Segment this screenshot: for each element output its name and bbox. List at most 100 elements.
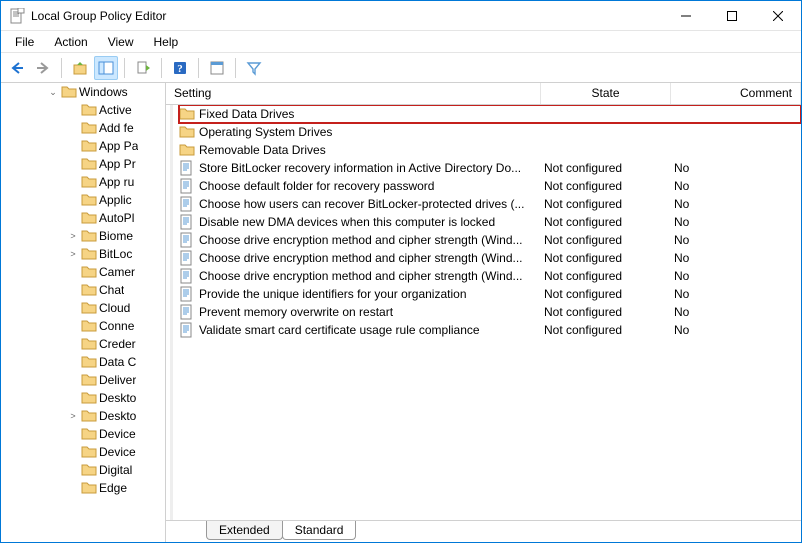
expander-spacer — [67, 104, 79, 116]
chevron-down-icon[interactable]: ⌄ — [47, 86, 59, 98]
tree-item[interactable]: Camer — [1, 263, 165, 281]
list-row[interactable]: Operating System Drives — [179, 123, 801, 141]
menu-action[interactable]: Action — [44, 33, 97, 51]
policy-icon — [179, 286, 195, 302]
list-row[interactable]: Prevent memory overwrite on restartNot c… — [179, 303, 801, 321]
list-row[interactable]: Store BitLocker recovery information in … — [179, 159, 801, 177]
svg-text:?: ? — [177, 63, 183, 75]
forward-button[interactable] — [31, 56, 55, 80]
policy-icon — [179, 304, 195, 320]
tab-standard[interactable]: Standard — [282, 521, 357, 540]
setting-label: Fixed Data Drives — [199, 107, 294, 121]
tree-item-label: Digital — [99, 463, 132, 477]
folder-icon — [81, 372, 97, 388]
properties-button[interactable] — [205, 56, 229, 80]
tree-item[interactable]: >Biome — [1, 227, 165, 245]
chevron-right-icon[interactable]: > — [67, 248, 79, 260]
folder-icon — [81, 336, 97, 352]
tree-item[interactable]: Chat — [1, 281, 165, 299]
setting-label: Choose drive encryption method and ciphe… — [199, 233, 523, 247]
comment-label: No — [674, 251, 801, 265]
list-body[interactable]: Fixed Data Drives Operating System Drives… — [170, 105, 801, 520]
tree-item-label: Deskto — [99, 391, 136, 405]
tree-pane[interactable]: ⌄ Windows ActiveAdd fe App Pa App PrApp ru… — [1, 83, 166, 542]
tree-item[interactable]: Add fe — [1, 119, 165, 137]
list-row[interactable]: Choose default folder for recovery passw… — [179, 177, 801, 195]
folder-icon — [179, 124, 195, 140]
tree-item[interactable]: Deskto — [1, 389, 165, 407]
expander-spacer — [67, 356, 79, 368]
close-button[interactable] — [755, 1, 801, 31]
folder-icon — [179, 142, 195, 158]
tree-item[interactable]: Active — [1, 101, 165, 119]
tree-item[interactable]: App Pa — [1, 137, 165, 155]
tree-item[interactable]: Applic — [1, 191, 165, 209]
expander-spacer — [67, 266, 79, 278]
column-comment[interactable]: Comment — [671, 83, 801, 104]
toolbar-separator — [61, 58, 62, 78]
up-button[interactable] — [68, 56, 92, 80]
tree-item[interactable]: Data C — [1, 353, 165, 371]
expander-spacer — [67, 176, 79, 188]
minimize-button[interactable] — [663, 1, 709, 31]
state-label: Not configured — [544, 161, 674, 175]
column-state[interactable]: State — [541, 83, 671, 104]
expander-spacer — [67, 446, 79, 458]
comment-label: No — [674, 161, 801, 175]
list-row[interactable]: Provide the unique identifiers for your … — [179, 285, 801, 303]
tree-item[interactable]: Edge — [1, 479, 165, 497]
back-button[interactable] — [5, 56, 29, 80]
list-row[interactable]: Choose drive encryption method and ciphe… — [179, 267, 801, 285]
tree-item[interactable]: >Deskto — [1, 407, 165, 425]
tree-item[interactable]: Creder — [1, 335, 165, 353]
list-row[interactable]: Validate smart card certificate usage ru… — [179, 321, 801, 339]
tree-item[interactable]: >BitLoc — [1, 245, 165, 263]
tree-item-label: Cloud — [99, 301, 130, 315]
menu-view[interactable]: View — [98, 33, 144, 51]
list-row[interactable]: Fixed Data Drives — [179, 105, 801, 123]
list-row[interactable]: Choose drive encryption method and ciphe… — [179, 231, 801, 249]
tree-item[interactable]: Deliver — [1, 371, 165, 389]
tree-item[interactable]: AutoPl — [1, 209, 165, 227]
folder-icon — [81, 426, 97, 442]
tree-item[interactable]: Device — [1, 425, 165, 443]
tree-item[interactable]: Device — [1, 443, 165, 461]
folder-icon — [81, 480, 97, 496]
tab-extended[interactable]: Extended — [206, 521, 283, 540]
setting-label: Validate smart card certificate usage ru… — [199, 323, 480, 337]
tree-root[interactable]: ⌄ Windows — [1, 83, 165, 101]
state-label: Not configured — [544, 287, 674, 301]
app-icon — [9, 8, 25, 24]
folder-icon — [81, 120, 97, 136]
export-button[interactable] — [131, 56, 155, 80]
show-hide-tree-button[interactable] — [94, 56, 118, 80]
state-label: Not configured — [544, 179, 674, 193]
filter-button[interactable] — [242, 56, 266, 80]
maximize-button[interactable] — [709, 1, 755, 31]
tree-item[interactable]: Cloud — [1, 299, 165, 317]
chevron-right-icon[interactable]: > — [67, 230, 79, 242]
tree-item[interactable]: App ru — [1, 173, 165, 191]
tree-item-label: Conne — [99, 319, 134, 333]
tree-item[interactable]: Digital — [1, 461, 165, 479]
toolbar-separator — [198, 58, 199, 78]
list-row[interactable]: Choose drive encryption method and ciphe… — [179, 249, 801, 267]
setting-label: Provide the unique identifiers for your … — [199, 287, 467, 301]
folder-icon — [81, 228, 97, 244]
setting-label: Removable Data Drives — [199, 143, 326, 157]
tree-item[interactable]: Conne — [1, 317, 165, 335]
folder-icon — [81, 408, 97, 424]
tree-item[interactable]: App Pr — [1, 155, 165, 173]
setting-label: Choose drive encryption method and ciphe… — [199, 251, 523, 265]
list-row[interactable]: Choose how users can recover BitLocker-p… — [179, 195, 801, 213]
state-label: Not configured — [544, 251, 674, 265]
menu-help[interactable]: Help — [144, 33, 189, 51]
list-row[interactable]: Disable new DMA devices when this comput… — [179, 213, 801, 231]
tree-item-label: App Pa — [99, 139, 138, 153]
list-row[interactable]: Removable Data Drives — [179, 141, 801, 159]
chevron-right-icon[interactable]: > — [67, 410, 79, 422]
column-setting[interactable]: Setting — [166, 83, 541, 104]
menu-file[interactable]: File — [5, 33, 44, 51]
help-button[interactable]: ? — [168, 56, 192, 80]
folder-icon — [81, 156, 97, 172]
